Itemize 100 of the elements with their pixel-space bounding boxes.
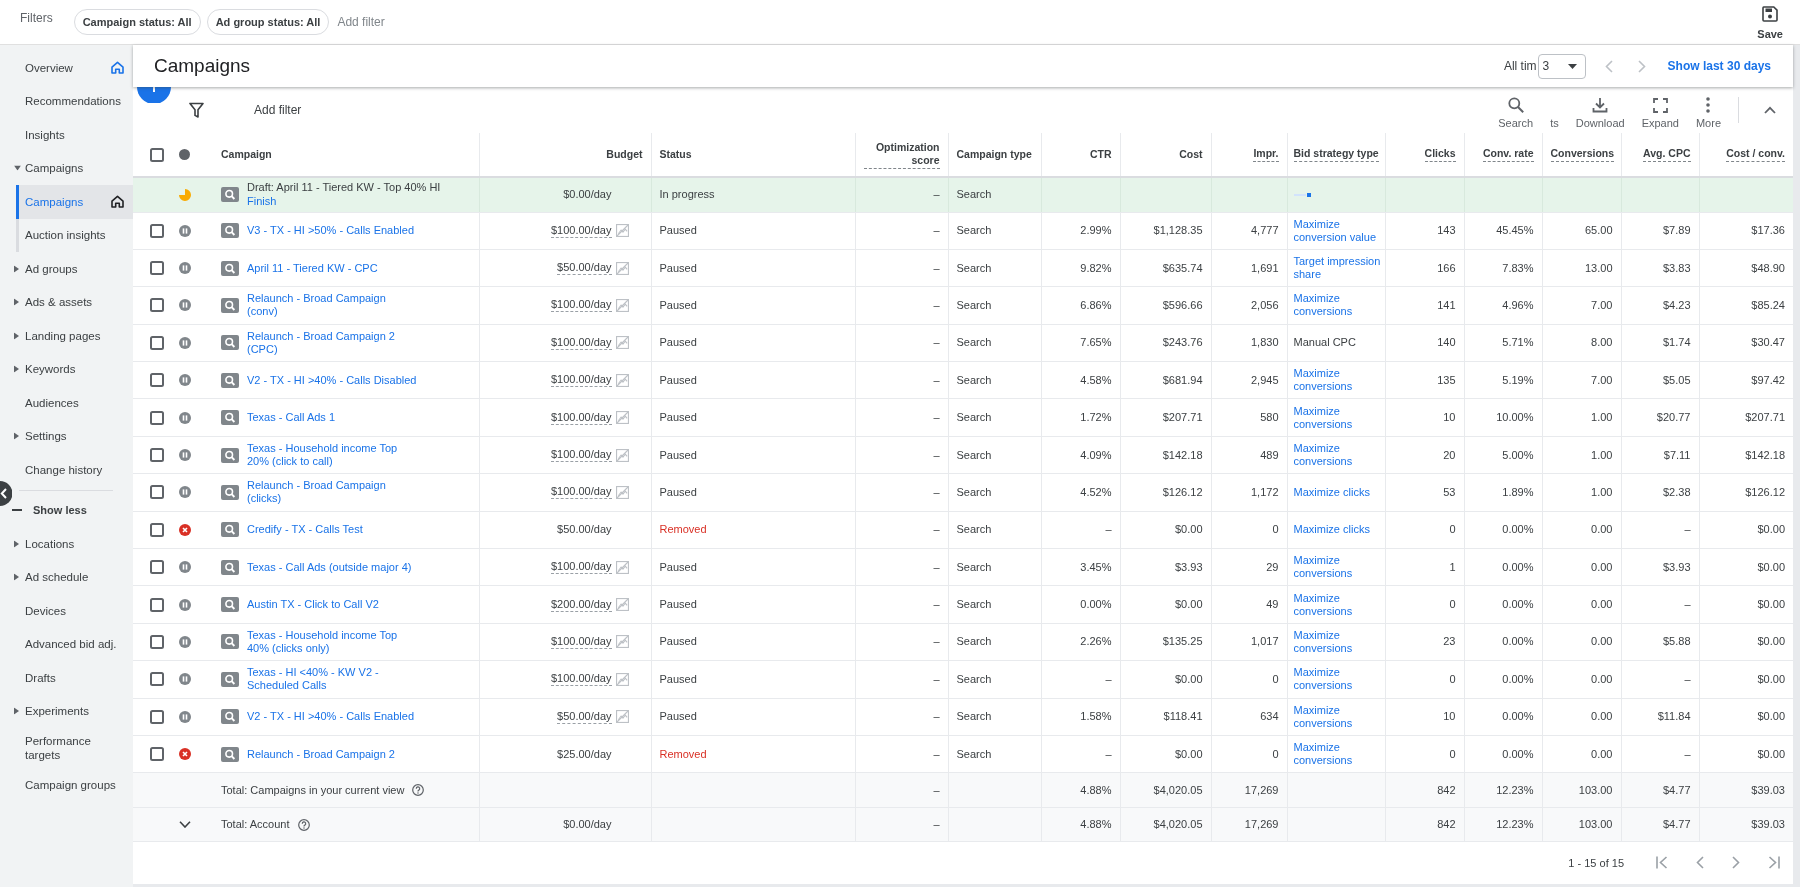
bid-strategy-link[interactable]: Maximize conversions <box>1293 367 1383 394</box>
budget-amount[interactable]: $50.00/day <box>557 709 612 724</box>
budget-amount[interactable]: $100.00/day <box>550 298 612 313</box>
budget-amount[interactable]: $100.00/day <box>550 373 612 388</box>
campaign-link[interactable]: Credify - TX - Calls Test <box>247 523 363 537</box>
toolbar-button[interactable]: ts <box>1550 94 1559 130</box>
column-header[interactable]: Cost <box>1179 148 1203 161</box>
campaign-link[interactable]: Relaunch - Broad Campaign 2 <box>247 747 395 761</box>
more-button[interactable]: More <box>1695 94 1721 130</box>
column-header[interactable]: Clicks <box>1424 147 1456 162</box>
help-icon[interactable] <box>297 818 310 831</box>
column-header[interactable]: Status <box>659 148 692 161</box>
expand-button[interactable]: Expand <box>1641 94 1679 130</box>
campaign-link[interactable]: V2 - TX - HI >40% - Calls Disabled <box>247 373 417 387</box>
nav-item[interactable]: Advanced bid adj. <box>0 627 133 661</box>
campaign-link[interactable]: Relaunch - Broad Campaign (clicks) <box>247 479 418 506</box>
nav-item[interactable]: Ad groups <box>0 252 133 286</box>
nav-item[interactable]: Change history <box>0 453 133 487</box>
checkbox[interactable] <box>150 709 164 724</box>
bid-strategy-link[interactable]: Maximize conversions <box>1293 442 1383 469</box>
nav-item[interactable]: Campaign groups <box>0 768 133 802</box>
nav-item[interactable]: Audiences <box>0 386 133 420</box>
checkbox[interactable] <box>150 747 164 762</box>
campaign-link[interactable]: V2 - TX - HI >40% - Calls Enabled <box>247 710 414 724</box>
nav-item[interactable]: Drafts <box>0 661 133 695</box>
checkbox[interactable] <box>150 485 164 500</box>
campaign-link[interactable]: Relaunch - Broad Campaign (conv) <box>247 292 418 319</box>
campaign-link[interactable]: V3 - TX - HI >50% - Calls Enabled <box>247 224 414 238</box>
bid-strategy-link[interactable]: Maximize clicks <box>1293 485 1383 499</box>
search-button[interactable]: Search <box>1498 94 1534 130</box>
budget-amount[interactable]: $100.00/day <box>550 672 612 687</box>
date-range-dropdown[interactable]: 3 <box>1537 53 1586 79</box>
nav-item[interactable]: Campaigns <box>16 185 133 219</box>
finish-link[interactable]: Finish <box>247 195 277 209</box>
column-header[interactable]: CTR <box>1089 148 1112 161</box>
checkbox[interactable] <box>150 223 164 238</box>
column-header[interactable]: Optimization score <box>863 140 940 169</box>
add-filter-link[interactable]: Add filter <box>337 15 385 29</box>
checkbox[interactable] <box>150 522 164 537</box>
add-filter-field[interactable]: Add filter <box>254 103 302 117</box>
bid-strategy-link[interactable]: Target impression share <box>1293 255 1383 282</box>
nav-item[interactable]: Experiments <box>0 694 133 728</box>
collapse-sidebar-button[interactable] <box>0 481 12 506</box>
filter-icon[interactable] <box>189 102 204 118</box>
budget-amount[interactable]: $100.00/day <box>550 335 612 350</box>
nav-item[interactable]: Ads & assets <box>0 285 133 319</box>
campaign-link[interactable]: Austin TX - Click to Call V2 <box>247 598 379 612</box>
budget-amount[interactable]: $100.00/day <box>550 223 612 238</box>
campaign-link[interactable]: April 11 - Tiered KW - CPC <box>247 261 378 275</box>
checkbox[interactable] <box>150 410 164 425</box>
checkbox[interactable] <box>150 298 164 313</box>
checkbox[interactable] <box>150 147 164 162</box>
campaign-link[interactable]: Texas - Call Ads (outside major 4) <box>247 560 412 574</box>
column-header[interactable]: Budget <box>606 148 643 161</box>
checkbox[interactable] <box>150 560 164 575</box>
previous-page-icon[interactable] <box>1696 856 1704 870</box>
nav-item[interactable]: Landing pages <box>0 319 133 353</box>
first-page-icon[interactable] <box>1656 856 1668 870</box>
column-header[interactable]: Avg. CPC <box>1643 147 1691 162</box>
column-header[interactable]: Conv. rate <box>1482 147 1534 162</box>
nav-item[interactable]: Recommendations <box>0 84 133 118</box>
bid-strategy-link[interactable]: Maximize conversions <box>1293 741 1383 768</box>
home-icon[interactable] <box>111 195 124 209</box>
budget-amount[interactable]: $100.00/day <box>550 485 612 500</box>
budget-amount[interactable]: $100.00/day <box>550 448 612 463</box>
filter-chip[interactable]: Ad group status: All <box>206 9 330 35</box>
bid-strategy-link[interactable]: Maximize conversion value <box>1293 217 1383 244</box>
nav-item[interactable]: Insights <box>0 118 133 152</box>
download-button[interactable]: Download <box>1575 94 1625 130</box>
checkbox[interactable] <box>150 597 164 612</box>
nav-item[interactable]: Campaigns <box>0 151 133 185</box>
budget-amount[interactable]: $100.00/day <box>550 635 612 649</box>
nav-item[interactable]: Devices <box>0 594 133 628</box>
next-page-icon[interactable] <box>1732 856 1740 870</box>
bid-strategy-link[interactable]: Maximize conversions <box>1293 703 1383 730</box>
checkbox[interactable] <box>150 335 164 350</box>
nav-item[interactable]: Keywords <box>0 352 133 386</box>
last-page-icon[interactable] <box>1768 856 1780 870</box>
nav-item[interactable]: Performance targets <box>0 728 133 768</box>
column-header[interactable]: Cost / conv. <box>1726 147 1785 162</box>
budget-amount[interactable]: $50.00/day <box>557 261 612 276</box>
column-header[interactable]: Bid strategy type <box>1293 147 1379 162</box>
campaign-link[interactable]: Relaunch - Broad Campaign 2 (CPC) <box>247 329 418 356</box>
show-last-30-days-link[interactable]: Show last 30 days <box>1667 59 1771 73</box>
nav-item[interactable]: Ad schedule <box>0 560 133 594</box>
bid-strategy-link[interactable]: Maximize clicks <box>1293 523 1383 537</box>
chevron-down-icon[interactable] <box>179 821 191 829</box>
bid-strategy-link[interactable]: Maximize conversions <box>1293 629 1383 655</box>
bid-strategy-link[interactable]: Maximize conversions <box>1293 666 1383 693</box>
checkbox[interactable] <box>150 448 164 463</box>
checkbox[interactable] <box>150 373 164 388</box>
nav-item[interactable]: Settings <box>0 419 133 453</box>
column-header[interactable]: Conversions <box>1550 147 1615 162</box>
bid-strategy-link[interactable]: Maximize conversions <box>1293 292 1383 319</box>
budget-amount[interactable]: $200.00/day <box>550 597 612 612</box>
campaign-link[interactable]: Texas - Call Ads 1 <box>247 411 336 425</box>
bid-strategy-link[interactable]: Maximize conversions <box>1293 591 1383 618</box>
nav-item[interactable]: Locations <box>0 527 133 561</box>
bid-strategy-link[interactable]: Maximize conversions <box>1293 554 1383 581</box>
filter-chip[interactable]: Campaign status: All <box>73 9 201 35</box>
